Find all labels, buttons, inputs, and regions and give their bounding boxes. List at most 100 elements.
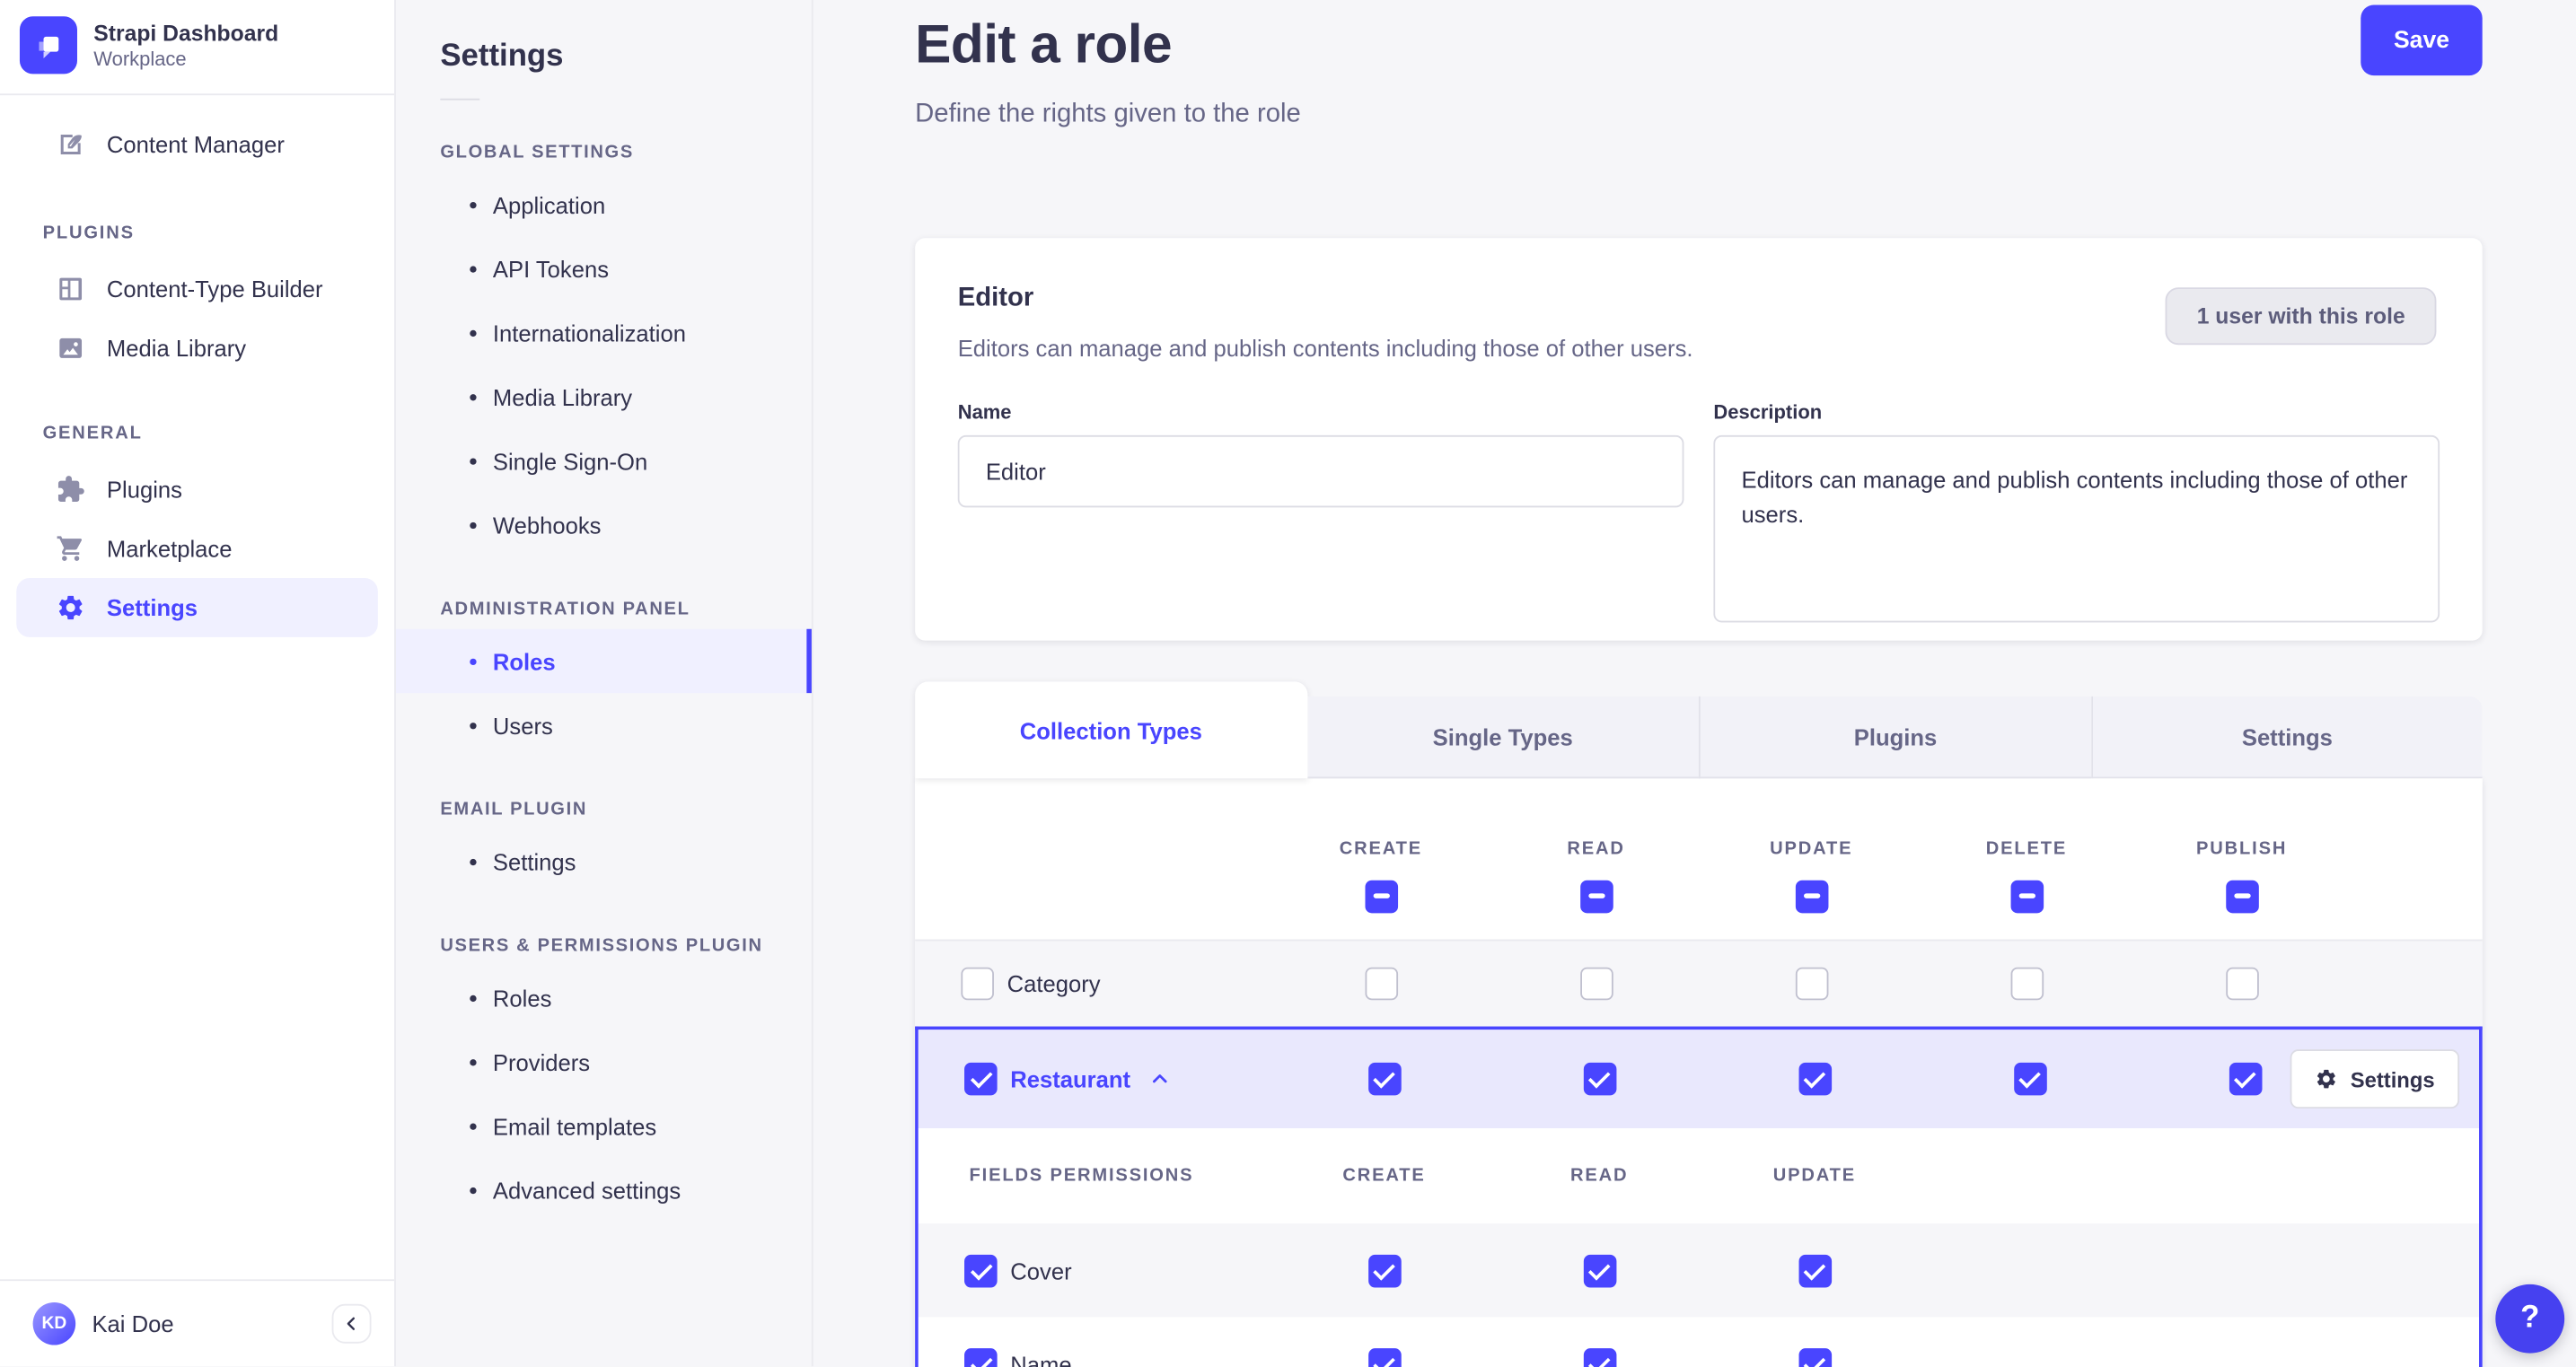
category-create-checkbox[interactable]	[1364, 967, 1398, 1001]
subnav-item-label: Settings	[492, 848, 576, 875]
cover-row-checkbox[interactable]	[964, 1253, 998, 1287]
name-read-checkbox[interactable]	[1582, 1347, 1616, 1367]
select-all-update-checkbox[interactable]	[1794, 879, 1828, 913]
sidebar-item-content-type-builder[interactable]: Content-Type Builder	[16, 259, 378, 319]
name-create-checkbox[interactable]	[1367, 1347, 1401, 1367]
subnav-section-users-permissions-plugin: USERS & PERMISSIONS PLUGIN	[440, 935, 763, 956]
sidebar-item-settings[interactable]: Settings	[16, 578, 378, 637]
restaurant-delete-checkbox[interactable]	[2013, 1062, 2046, 1096]
subnav-item-users[interactable]: Users	[396, 693, 812, 757]
category-read-checkbox[interactable]	[1579, 967, 1613, 1001]
subnav-item-application[interactable]: Application	[396, 172, 812, 236]
restaurant-publish-checkbox[interactable]	[2228, 1062, 2262, 1096]
tab-plugins[interactable]: Plugins	[1698, 696, 2091, 779]
bullet-icon	[470, 657, 477, 665]
subnav-item-internationalization[interactable]: Internationalization	[396, 301, 812, 364]
role-name-input[interactable]	[957, 434, 1684, 508]
subnav-item-roles[interactable]: Roles	[395, 628, 812, 694]
name-row-checkbox[interactable]	[964, 1347, 998, 1367]
avatar[interactable]: KD	[32, 1301, 76, 1345]
subnav-item-label: Advanced settings	[492, 1176, 681, 1204]
sidebar-section-general: GENERAL	[42, 424, 143, 444]
select-all-create-checkbox[interactable]	[1364, 879, 1398, 913]
restaurant-settings-button[interactable]: Settings	[2290, 1049, 2460, 1109]
name-field-group: Name	[957, 400, 1684, 630]
permissions-header-row: CREATE READ UPDATE DELETE PUBLISH	[915, 778, 2483, 940]
tab-settings[interactable]: Settings	[2090, 696, 2483, 779]
user-name: Kai Doe	[92, 1310, 174, 1337]
fields-permissions-heading: FIELDS PERMISSIONS	[969, 1166, 1194, 1187]
subnav-item-label: Media Library	[492, 383, 633, 410]
sidebar-item-media-library[interactable]: Media Library	[16, 319, 378, 378]
row-label[interactable]: Category	[1007, 970, 1101, 996]
fields-column-read: READ	[1570, 1166, 1629, 1187]
row-label: Cover	[1010, 1257, 1072, 1284]
select-all-publish-checkbox[interactable]	[2225, 879, 2258, 913]
gear-icon	[2315, 1067, 2338, 1091]
subnav-item-api-tokens[interactable]: API Tokens	[396, 236, 812, 300]
subnav-item-single-sign-on[interactable]: Single Sign-On	[396, 429, 812, 493]
collapse-sidebar-button[interactable]	[331, 1303, 372, 1344]
row-label[interactable]: Restaurant	[1010, 1065, 1130, 1091]
subnav-item-email-settings[interactable]: Settings	[396, 829, 812, 893]
settings-sidebar: Settings GLOBAL SETTINGS Application API…	[395, 0, 813, 1367]
restaurant-read-checkbox[interactable]	[1582, 1062, 1616, 1096]
column-header-create: CREATE	[1339, 838, 1422, 859]
subnav-item-webhooks[interactable]: Webhooks	[396, 493, 812, 556]
category-publish-checkbox[interactable]	[2225, 967, 2258, 1001]
subnav-item-up-roles[interactable]: Roles	[396, 966, 812, 1030]
sidebar-item-label: Marketplace	[106, 535, 233, 562]
cover-create-checkbox[interactable]	[1367, 1253, 1401, 1287]
role-details-card: Editor Editors can manage and publish co…	[915, 238, 2483, 641]
sidebar-item-label: Content Manager	[106, 131, 285, 158]
fields-column-update: UPDATE	[1772, 1166, 1857, 1187]
bullet-icon	[470, 1186, 477, 1194]
workspace-switcher[interactable]: Strapi Dashboard Workplace	[0, 0, 395, 96]
cover-read-checkbox[interactable]	[1582, 1253, 1616, 1287]
category-delete-checkbox[interactable]	[2009, 967, 2044, 1001]
subnav-item-email-templates[interactable]: Email templates	[396, 1094, 812, 1158]
restaurant-update-checkbox[interactable]	[1798, 1062, 1832, 1096]
tab-single-types[interactable]: Single Types	[1306, 696, 1699, 779]
role-description-input[interactable]: Editors can manage and publish contents …	[1713, 434, 2440, 623]
sidebar-item-label: Content-Type Builder	[106, 276, 323, 302]
select-all-delete-checkbox[interactable]	[2009, 879, 2044, 913]
chevron-up-icon[interactable]	[1150, 1069, 1170, 1089]
users-with-role-button[interactable]: 1 user with this role	[2165, 287, 2437, 346]
tab-collection-types[interactable]: Collection Types	[915, 681, 1307, 779]
description-field-group: Description Editors can manage and publi…	[1713, 400, 2440, 630]
column-header-update: UPDATE	[1770, 838, 1853, 859]
subnav-item-label: Roles	[492, 984, 552, 1012]
settings-button-label: Settings	[2350, 1066, 2435, 1091]
restaurant-row-checkbox[interactable]	[964, 1062, 998, 1096]
sidebar-item-label: Settings	[106, 594, 198, 621]
layout-grid-icon	[56, 275, 85, 304]
save-button[interactable]: Save	[2361, 4, 2483, 76]
category-update-checkbox[interactable]	[1794, 967, 1828, 1001]
subnav-item-label: Application	[492, 191, 606, 218]
subnav-item-media-library[interactable]: Media Library	[396, 364, 812, 428]
sidebar-item-marketplace[interactable]: Marketplace	[16, 519, 378, 578]
select-all-read-checkbox[interactable]	[1579, 879, 1613, 913]
sidebar-item-content-manager[interactable]: Content Manager	[16, 115, 378, 174]
bullet-icon	[470, 1122, 477, 1129]
divider	[440, 98, 480, 101]
name-update-checkbox[interactable]	[1798, 1347, 1832, 1367]
subnav-item-label: Roles	[492, 647, 556, 675]
subnav-item-providers[interactable]: Providers	[396, 1030, 812, 1093]
subnav-item-advanced-settings[interactable]: Advanced settings	[396, 1158, 812, 1222]
description-field-label: Description	[1713, 400, 1823, 425]
category-row-checkbox[interactable]	[961, 967, 994, 1001]
bullet-icon	[470, 1058, 477, 1065]
settings-sidebar-title: Settings	[440, 39, 564, 74]
help-button[interactable]: ?	[2495, 1284, 2565, 1354]
bullet-icon	[470, 329, 477, 337]
subnav-section-global-settings: GLOBAL SETTINGS	[440, 143, 634, 163]
sidebar-item-label: Plugins	[106, 476, 182, 503]
subnav-item-label: Email templates	[492, 1112, 657, 1139]
cover-update-checkbox[interactable]	[1798, 1253, 1832, 1287]
sidebar-item-plugins[interactable]: Plugins	[16, 460, 378, 519]
restaurant-create-checkbox[interactable]	[1367, 1062, 1401, 1096]
bullet-icon	[470, 858, 477, 865]
fields-permissions-header-row: FIELDS PERMISSIONS CREATE READ UPDATE	[918, 1128, 2480, 1224]
